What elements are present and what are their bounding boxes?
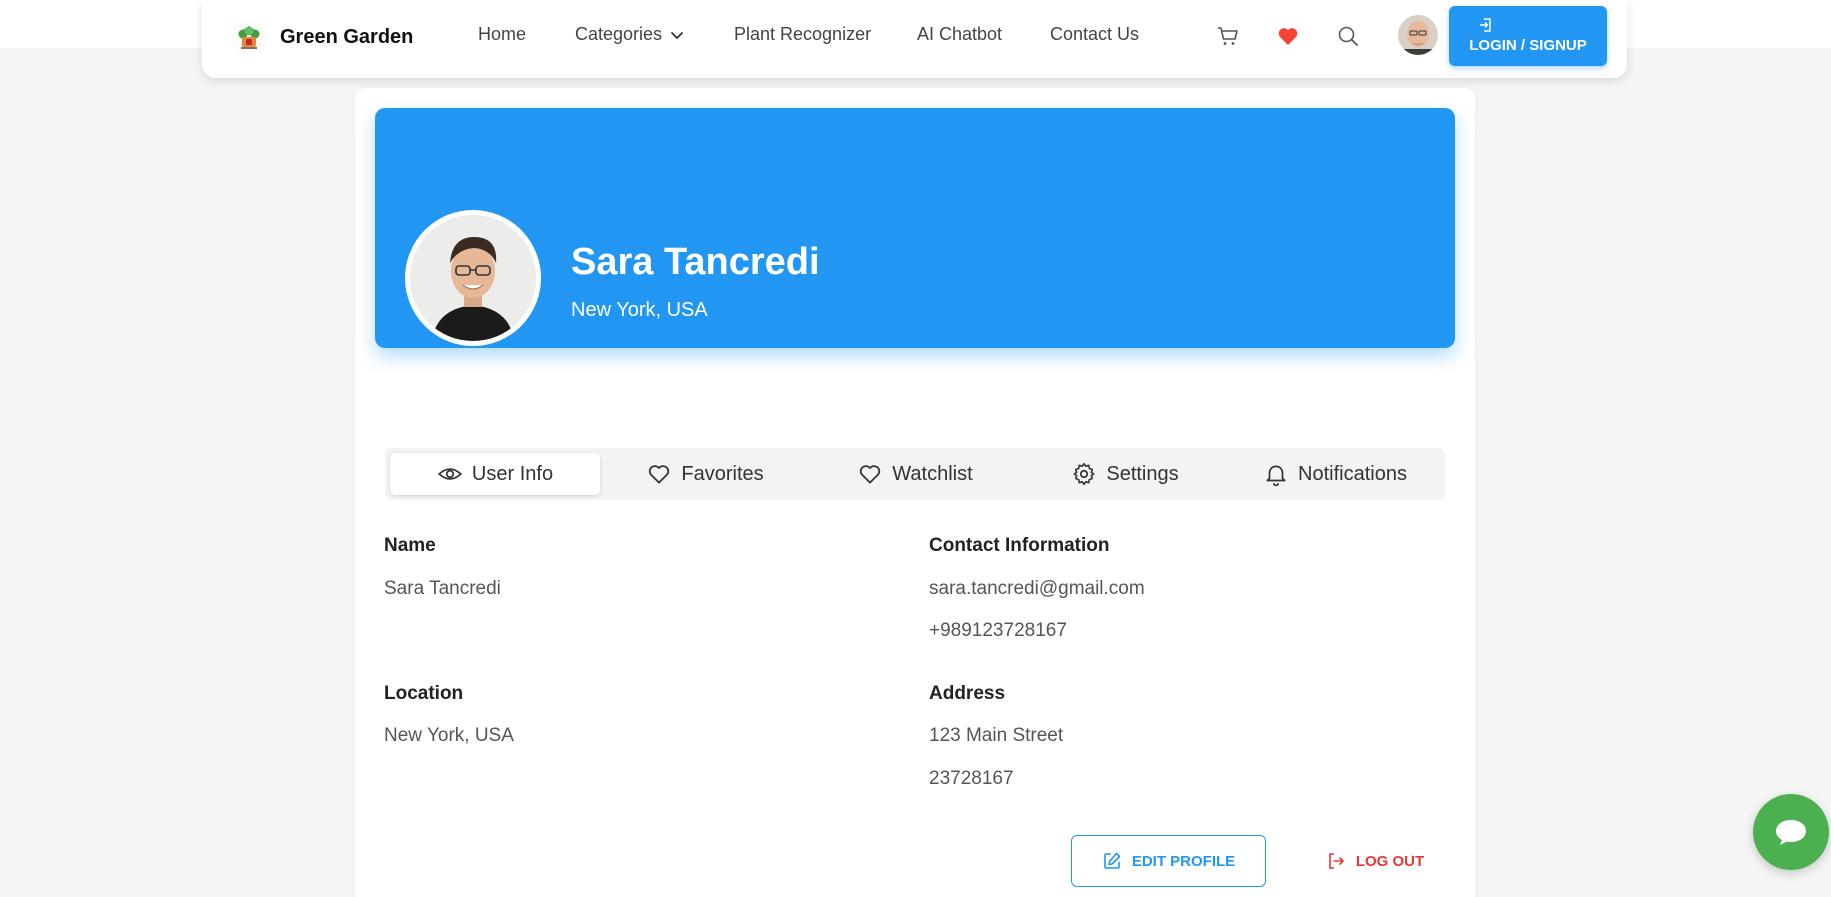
brand[interactable]: Green Garden — [230, 18, 413, 56]
nav-plant-recognizer[interactable]: Plant Recognizer — [734, 24, 871, 45]
edit-profile-button[interactable]: EDIT PROFILE — [1071, 835, 1266, 887]
tab-notifications-label: Notifications — [1298, 462, 1407, 485]
name-label: Name — [384, 535, 436, 556]
avatar[interactable] — [1398, 15, 1438, 55]
edit-icon — [1104, 852, 1121, 869]
gear-icon — [1073, 462, 1095, 486]
tab-user-info[interactable]: User Info — [390, 453, 600, 495]
edit-profile-label: EDIT PROFILE — [1131, 852, 1236, 870]
location-label: Location — [384, 683, 464, 704]
chevron-down-icon — [671, 31, 683, 39]
login-signup-label: LOGIN / SIGNUP — [1469, 37, 1587, 54]
tab-favorites-label: Favorites — [681, 462, 764, 485]
tab-watchlist[interactable]: Watchlist — [810, 453, 1020, 495]
tab-notifications[interactable]: Notifications — [1230, 453, 1440, 495]
eye-icon — [437, 468, 463, 480]
profile-photo — [405, 210, 541, 346]
profile-location: New York, USA — [571, 299, 708, 321]
heart-outline-icon — [649, 465, 670, 484]
bell-icon — [1266, 465, 1286, 487]
cart-icon[interactable] — [1215, 23, 1241, 49]
logout-icon — [1329, 853, 1344, 869]
phone-value: +989123728167 — [929, 620, 1067, 641]
login-signup-button[interactable]: LOGIN / SIGNUP — [1449, 6, 1607, 66]
logout-label: LOG OUT — [1355, 852, 1425, 870]
tab-watchlist-label: Watchlist — [892, 462, 973, 485]
email-value: sara.tancredi@gmail.com — [929, 578, 1145, 599]
tab-user-info-label: User Info — [471, 462, 554, 485]
profile-banner: Sara Tancredi New York, USA — [375, 108, 1455, 348]
nav-categories[interactable]: Categories — [575, 24, 684, 45]
nav-home[interactable]: Home — [478, 24, 526, 45]
navbar: Green Garden Home Categories Plant Recog… — [202, 0, 1627, 78]
name-value: Sara Tancredi — [384, 578, 501, 599]
search-icon[interactable] — [1335, 23, 1361, 49]
nav-ai-chatbot[interactable]: AI Chatbot — [917, 24, 1002, 45]
tab-settings-label: Settings — [1106, 462, 1179, 485]
address-label: Address — [929, 683, 1006, 704]
tab-favorites[interactable]: Favorites — [600, 453, 810, 495]
location-value: New York, USA — [384, 725, 514, 746]
address-line-1: 123 Main Street — [929, 725, 1064, 746]
chat-button[interactable] — [1753, 794, 1829, 870]
logo-icon — [230, 18, 268, 56]
heart-icon[interactable] — [1275, 23, 1301, 49]
chat-bubble-icon — [1776, 820, 1806, 845]
nav-contact-us[interactable]: Contact Us — [1050, 24, 1139, 45]
tab-settings[interactable]: Settings — [1020, 453, 1230, 495]
contact-info-label: Contact Information — [929, 535, 1110, 556]
nav-categories-label: Categories — [575, 24, 663, 44]
profile-tabs: User Info Favorites Watchlist Settings N… — [385, 448, 1445, 500]
login-icon — [1480, 18, 1491, 32]
brand-name: Green Garden — [280, 25, 414, 48]
logout-button[interactable]: LOG OUT — [1315, 835, 1435, 887]
profile-name: Sara Tancredi — [571, 241, 820, 283]
profile-card: Sara Tancredi New York, USA User Info Fa… — [355, 88, 1475, 897]
heart-outline-icon — [860, 465, 881, 484]
address-line-2: 23728167 — [929, 768, 1014, 789]
